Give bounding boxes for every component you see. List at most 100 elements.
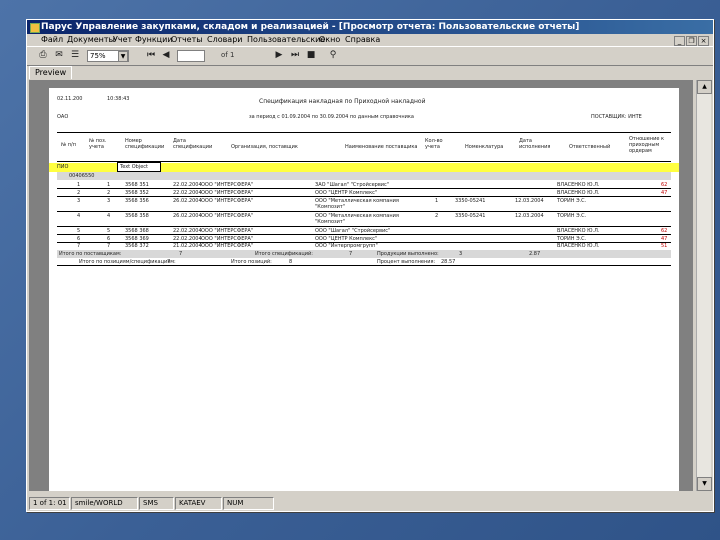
close-button[interactable]: × xyxy=(698,36,709,46)
table-cell: 51 xyxy=(661,243,668,249)
table-cell: 1 xyxy=(435,198,439,204)
row-line xyxy=(57,234,671,235)
table-cell: 3 xyxy=(107,198,111,204)
report-date: 02.11.200 xyxy=(57,96,83,102)
report-supplier: ПОСТАВЩИК: ИНТЕ xyxy=(591,114,642,120)
total-value: 3 xyxy=(459,251,463,257)
table-cell: 26.02.2004 xyxy=(173,213,202,219)
table-cell: 26.02.2004 xyxy=(173,198,202,204)
menu-accounting[interactable]: Учет xyxy=(113,34,132,46)
report-time: 10:38:43 xyxy=(107,96,130,102)
last-page-icon[interactable]: ⏭ xyxy=(289,50,301,61)
row-line xyxy=(57,211,671,212)
header-top-line xyxy=(57,132,671,133)
restore-button[interactable]: ❐ xyxy=(686,36,697,46)
table-cell: 3568 356 xyxy=(125,198,149,204)
table-cell: ТОРИН Э.С. xyxy=(557,213,587,219)
col-header: Организация, поставщик xyxy=(231,144,298,150)
table-cell: 3350-05241 xyxy=(455,198,486,204)
next-page-icon[interactable]: ▶ xyxy=(273,50,285,61)
app-icon xyxy=(30,23,40,33)
scroll-up-icon[interactable]: ▲ xyxy=(697,80,712,94)
table-cell: 3350-05241 xyxy=(455,213,486,219)
report-org: ОАО xyxy=(57,114,69,120)
window-title: Парус Управление закупками, складом и ре… xyxy=(41,22,580,32)
prev-page-icon[interactable]: ◀ xyxy=(160,50,172,61)
report-period: за период с 01.09.2004 по 30.09.2004 по … xyxy=(249,114,414,120)
table-cell: ВЛАСЕНКО Ю.Л. xyxy=(557,243,600,249)
col-header: Отношение к приходным ордерам xyxy=(629,136,665,154)
table-cell: 12.03.2004 xyxy=(515,213,544,219)
table-cell: 3568 358 xyxy=(125,213,149,219)
table-cell: 12.03.2004 xyxy=(515,198,544,204)
table-cell: 3568 372 xyxy=(125,243,149,249)
table-cell: ООО "Интерпромгрупп" xyxy=(315,243,378,249)
col-header: Дата спецификации xyxy=(173,138,213,150)
menu-bar: Файл Документы Учет Функции Отчеты Слова… xyxy=(27,34,713,46)
col-header: Номенклатура xyxy=(465,144,504,150)
total-label: Продукции выполнено: xyxy=(377,251,439,257)
table-cell: ТОРИН Э.С. xyxy=(557,198,587,204)
row-line xyxy=(57,188,671,189)
app-window: Парус Управление закупками, складом и ре… xyxy=(26,19,714,512)
menu-dictionaries[interactable]: Словари xyxy=(207,34,243,46)
table-cell: ООО "ИНТЕРСФЕРА" xyxy=(201,213,254,219)
menu-window[interactable]: Окно xyxy=(319,34,340,46)
table-cell: 4 xyxy=(77,213,81,219)
menu-file[interactable]: Файл xyxy=(41,34,63,46)
col-header: № п/п xyxy=(61,142,77,148)
report-page: 02.11.200 10:38:43 Спецификация накладна… xyxy=(49,88,679,491)
menu-functions[interactable]: Функции xyxy=(135,34,173,46)
search-icon[interactable]: ⚲ xyxy=(327,50,339,61)
preview-toolbar: ⎙ ✉ ☰ 75% ▼ ⏮ ◀ of 1 ▶ ⏭ ■ ⚲ xyxy=(27,46,713,66)
report-preview-area[interactable]: 02.11.200 10:38:43 Спецификация накладна… xyxy=(29,80,693,491)
table-cell: 4 xyxy=(107,213,111,219)
col-header: Кол-во учета xyxy=(425,138,443,150)
table-cell: 3 xyxy=(77,198,81,204)
print-icon[interactable]: ⎙ xyxy=(37,50,49,61)
stop-icon[interactable]: ■ xyxy=(305,50,317,61)
minimize-button[interactable]: _ xyxy=(674,36,685,46)
total-value: 7 xyxy=(179,251,183,257)
export-icon[interactable]: ✉ xyxy=(53,50,65,61)
first-page-icon[interactable]: ⏮ xyxy=(145,50,157,61)
menu-reports[interactable]: Отчеты xyxy=(171,34,203,46)
row-line xyxy=(57,226,671,227)
group-label: ПИО xyxy=(57,164,69,170)
menu-help[interactable]: Справка xyxy=(345,34,380,46)
vertical-scrollbar[interactable]: ▲ ▼ xyxy=(696,80,712,491)
table-cell: 7 xyxy=(107,243,111,249)
menu-user[interactable]: Пользовательские xyxy=(247,34,325,46)
tab-strip: Preview xyxy=(27,66,713,79)
table-cell: 2 xyxy=(435,213,439,219)
page-number-input[interactable] xyxy=(177,50,205,62)
table-cell: ООО "ИНТЕРСФЕРА" xyxy=(201,198,254,204)
status-db: smile/WORLD xyxy=(71,497,138,510)
col-header: Ответственный xyxy=(569,144,611,150)
tree-toggle-icon[interactable]: ☰ xyxy=(69,50,81,61)
col-header: Номер спецификации xyxy=(125,138,165,150)
total-label: Итого по поставщикам: xyxy=(59,251,122,257)
status-num: NUM xyxy=(223,497,274,510)
report-title: Спецификация накладная по Приходной накл… xyxy=(259,98,426,105)
col-header: Наименование поставщика xyxy=(345,144,418,150)
page-count: of 1 xyxy=(221,51,235,59)
text-object[interactable]: Text Object xyxy=(117,162,161,172)
status-user: KATAEV xyxy=(175,497,222,510)
scroll-down-icon[interactable]: ▼ xyxy=(697,477,712,491)
table-cell: ООО "Металлическая компания "Композит" xyxy=(315,213,399,225)
total-value: 7 xyxy=(349,251,353,257)
table-cell: ООО "Металлическая компания "Композит" xyxy=(315,198,399,210)
subgroup-label: 00406550 xyxy=(69,173,95,179)
title-bar[interactable]: Парус Управление закупками, складом и ре… xyxy=(27,20,713,34)
table-cell: ООО "ИНТЕРСФЕРА" xyxy=(201,243,254,249)
total-value: 2.87 xyxy=(529,251,541,257)
report-end-line xyxy=(57,265,671,266)
table-cell: 21.02.2004 xyxy=(173,243,202,249)
tab-preview[interactable]: Preview xyxy=(29,66,73,79)
subgroup-band xyxy=(57,172,671,180)
menu-documents[interactable]: Документы xyxy=(67,34,115,46)
chevron-down-icon[interactable]: ▼ xyxy=(118,51,128,62)
total-label: Итого спецификаций: xyxy=(255,251,313,257)
row-line xyxy=(57,196,671,197)
